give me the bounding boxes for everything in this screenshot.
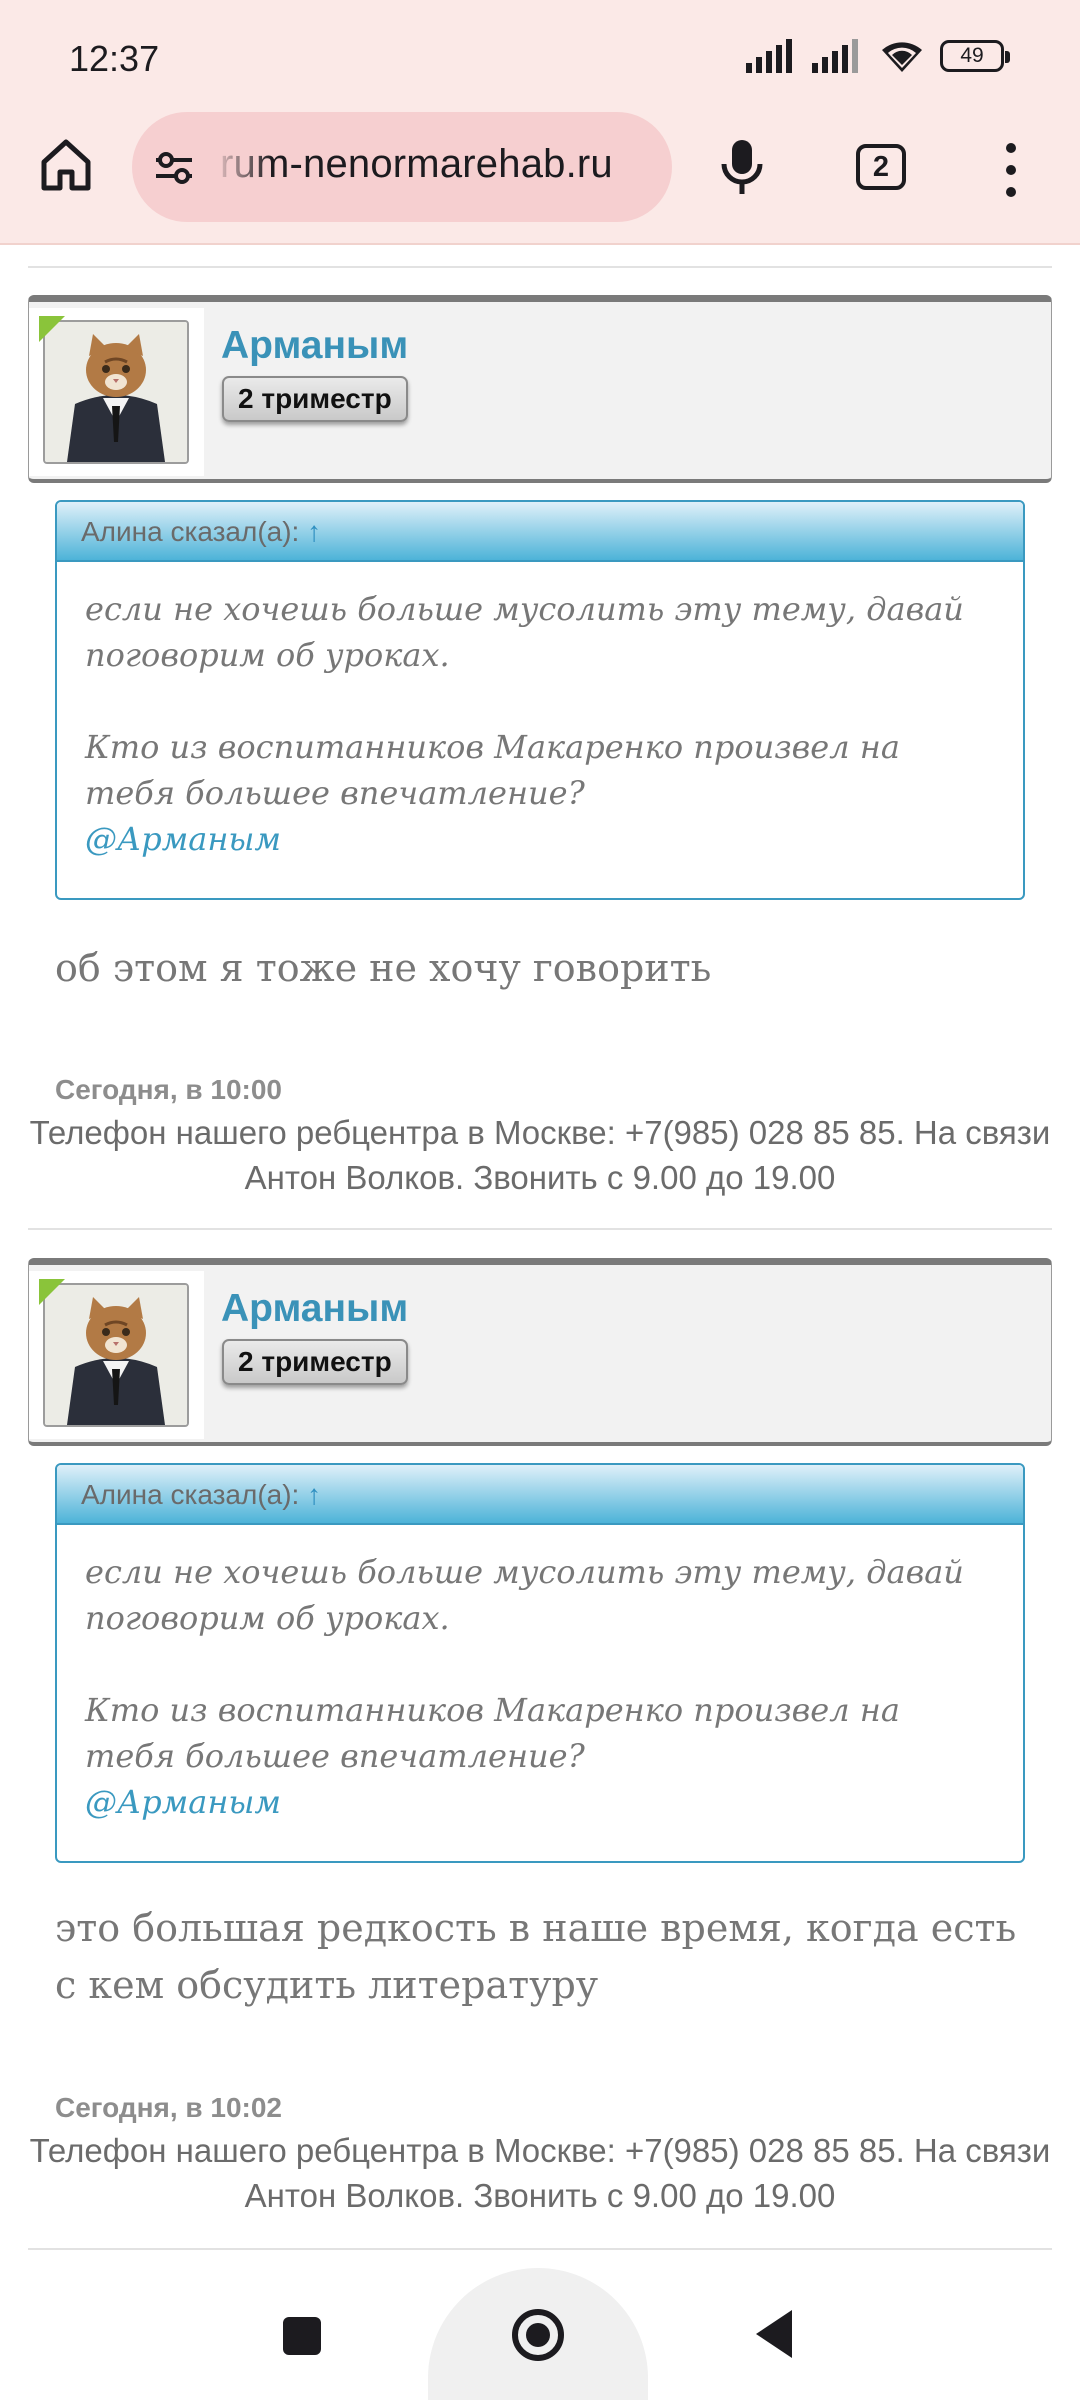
quote-author: Алина сказал(а):	[81, 516, 300, 547]
quote-header: Алина сказал(а): ↑	[57, 502, 1023, 562]
post-message: об этом я тоже не хочу говорить	[55, 946, 712, 990]
post-header: Арманым 2 триместр	[28, 295, 1052, 483]
quote-body: если не хочешь больше мусолить эту тему,…	[57, 562, 1023, 862]
quote-block: Алина сказал(а): ↑ если не хочешь больше…	[55, 500, 1025, 900]
quote-jump-arrow[interactable]: ↑	[307, 1479, 321, 1510]
post-signature: Телефон нашего ребцентра в Москве: +7(98…	[29, 2132, 1051, 2214]
mic-icon[interactable]	[712, 136, 772, 196]
system-navigation-bar	[0, 2268, 1080, 2400]
quote-block: Алина сказал(а): ↑ если не хочешь больше…	[55, 1463, 1025, 1863]
more-menu-icon[interactable]	[996, 140, 1026, 200]
quote-jump-arrow[interactable]: ↑	[307, 516, 321, 547]
wifi-icon	[882, 42, 922, 72]
quote-header: Алина сказал(а): ↑	[57, 1465, 1023, 1525]
online-indicator	[39, 1279, 65, 1305]
tabs-icon[interactable]: 2	[856, 144, 906, 190]
nav-recents-icon[interactable]	[283, 2317, 321, 2355]
url-text: rum-nenormarehab.ru	[220, 142, 613, 186]
address-bar[interactable]: rum-nenormarehab.ru	[132, 112, 672, 222]
author-name[interactable]: Арманым	[221, 324, 408, 368]
quote-text: если не хочешь больше мусолить эту тему,…	[85, 590, 964, 674]
user-mention-link[interactable]: @Арманым	[85, 816, 995, 862]
post-divider	[28, 266, 1052, 268]
post-signature: Телефон нашего ребцентра в Москве: +7(98…	[29, 1114, 1051, 1196]
quote-author: Алина сказал(а):	[81, 1479, 300, 1510]
online-indicator	[39, 316, 65, 342]
signal-icon	[812, 39, 858, 73]
url-fade	[212, 112, 272, 222]
post-message: это большая редкость в наше время, когда…	[55, 1906, 1017, 2007]
post-divider	[28, 1228, 1052, 1230]
rank-badge: 2 триместр	[222, 1339, 408, 1385]
user-mention-link[interactable]: @Арманым	[85, 1779, 995, 1825]
post-date: Сегодня, в 10:00	[55, 1074, 283, 1105]
browser-toolbar: 12:37 49 rum-nenormarehab.ru 2	[0, 0, 1080, 245]
avatar-column	[29, 308, 204, 476]
post-divider	[28, 2248, 1052, 2250]
nav-back-icon[interactable]	[756, 2310, 792, 2358]
quote-text: Кто из воспитанников Макаренко произвел …	[85, 728, 900, 812]
quote-text: Кто из воспитанников Макаренко произвел …	[85, 1691, 900, 1775]
quote-body: если не хочешь больше мусолить эту тему,…	[57, 1525, 1023, 1825]
signal-icon	[746, 39, 792, 73]
site-settings-icon[interactable]	[154, 148, 194, 188]
cat-avatar-image	[45, 322, 187, 462]
home-icon[interactable]	[36, 134, 96, 194]
post-date: Сегодня, в 10:02	[55, 2092, 283, 2123]
status-time: 12:37	[69, 38, 160, 79]
nav-home-button[interactable]	[428, 2268, 648, 2400]
nav-home-icon	[512, 2309, 564, 2361]
cat-avatar-image	[45, 1285, 187, 1425]
quote-text: если не хочешь больше мусолить эту тему,…	[85, 1553, 964, 1637]
post-header: Арманым 2 триместр	[28, 1258, 1052, 1446]
avatar-column	[29, 1271, 204, 1439]
battery-icon: 49	[940, 40, 1010, 72]
rank-badge: 2 триместр	[222, 376, 408, 422]
author-name[interactable]: Арманым	[221, 1287, 408, 1331]
status-icons: 49	[746, 38, 1010, 74]
